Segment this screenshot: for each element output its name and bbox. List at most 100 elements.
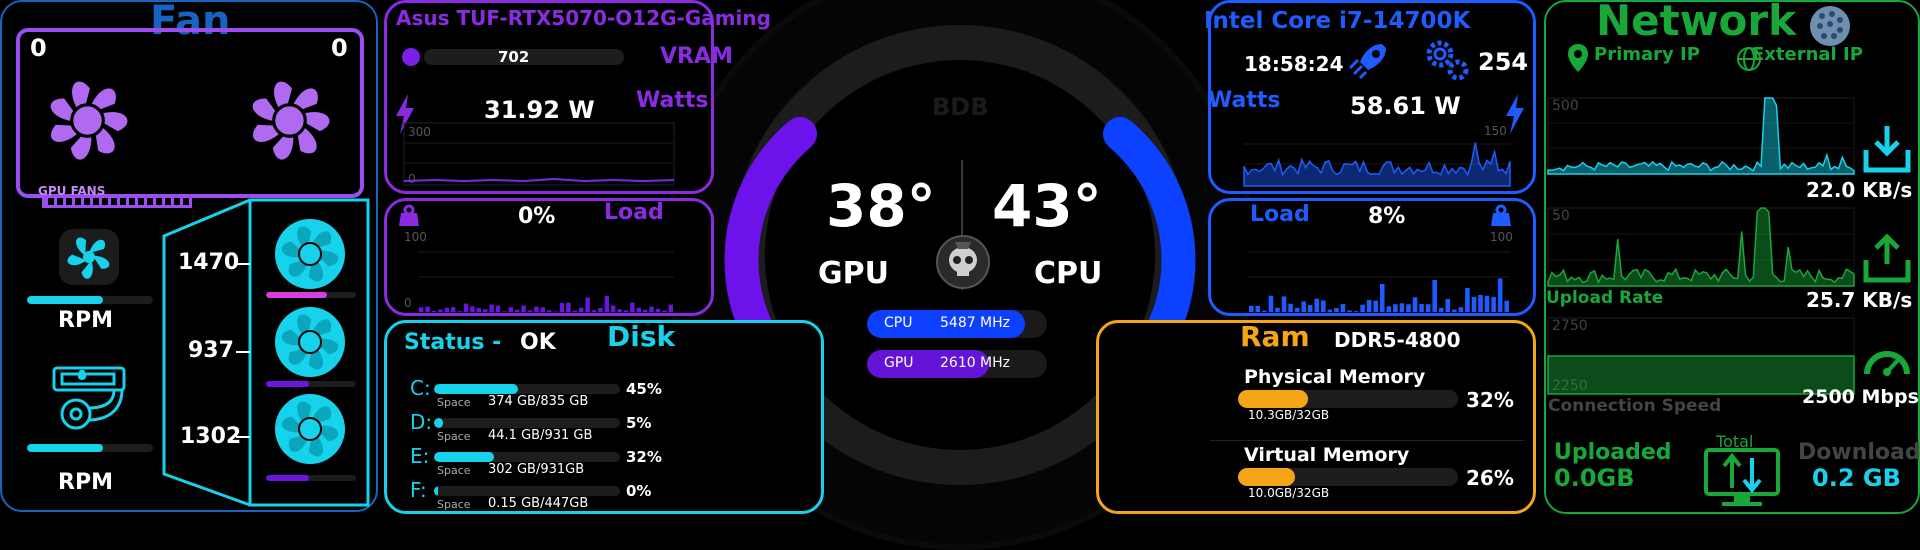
history-bar: [1498, 278, 1503, 312]
history-bar: [617, 309, 621, 312]
history-bar: [1387, 306, 1392, 312]
history-bar: [1432, 280, 1437, 312]
external-ip-label: External IP: [1752, 44, 1863, 65]
cpu-load-value: 8%: [1368, 204, 1405, 229]
history-bar: [1380, 284, 1385, 312]
drive-f-bar: [434, 486, 620, 496]
vram-value: 702: [498, 48, 529, 66]
cpu-load-label: Load: [1250, 202, 1310, 227]
history-bar: [1400, 303, 1405, 312]
gpu-temp-label: GPU: [818, 256, 889, 291]
disk-status-value: OK: [520, 330, 556, 355]
history-bar: [1295, 308, 1300, 312]
network-title: Network: [1596, 0, 1796, 45]
gpu-load-value: 0%: [518, 204, 555, 229]
virtual-memory-bar: [1238, 468, 1458, 486]
cpu-clock-value: 5487: [940, 315, 976, 331]
rocket-icon: [1348, 40, 1390, 80]
cpu-process-count: 254: [1478, 48, 1528, 76]
history-bar: [605, 296, 609, 312]
history-bar: [445, 308, 449, 312]
cpu-name: Intel Core i7-14700K: [1204, 8, 1470, 34]
physical-memory-label: Physical Memory: [1244, 366, 1425, 388]
drive-f-space: 0.15 GB/447GB: [488, 496, 588, 511]
drive-f-letter: F:: [410, 478, 427, 502]
history-bar: [611, 306, 615, 312]
case-fan-1-value: 1470: [178, 250, 239, 275]
history-bar: [1308, 305, 1313, 312]
history-bar: [515, 310, 519, 312]
history-bar: [1406, 304, 1411, 312]
drive-c-percent: 45%: [626, 380, 662, 398]
history-bar: [1413, 297, 1418, 312]
connection-speed-value: 2500 Mbps: [1802, 386, 1919, 408]
skull-logo-icon: [935, 234, 991, 290]
ram-type: DDR5-4800: [1334, 328, 1460, 352]
upload-tray-icon: [1862, 234, 1912, 284]
gpu-load-axis-min: 0: [404, 296, 412, 310]
history-bar: [656, 309, 660, 312]
history-bar: [662, 311, 666, 312]
physical-memory-bar: [1238, 390, 1458, 408]
drive-d-bar: [434, 418, 620, 428]
history-bar: [1315, 299, 1320, 312]
history-bar: [1288, 304, 1293, 312]
physical-memory-percent: 32%: [1466, 388, 1514, 412]
disk-status-label: Status -: [404, 330, 501, 355]
history-bar: [573, 311, 577, 312]
history-bar: [425, 307, 429, 312]
history-bar: [470, 306, 474, 312]
download-total-label: Download: [1798, 440, 1920, 465]
download-total-value: 0.2 GB: [1812, 464, 1901, 492]
history-bar: [521, 306, 525, 312]
disk-title: Disk: [607, 320, 675, 353]
history-bar: [1485, 296, 1490, 312]
history-bar: [547, 310, 551, 312]
drive-c-space-label: Space: [437, 396, 471, 409]
gpu-watts-graph: [404, 123, 676, 187]
history-bar: [1301, 301, 1306, 312]
history-bar: [585, 298, 589, 312]
history-bar: [464, 304, 468, 312]
history-bar: [1256, 306, 1261, 312]
drive-e-bar: [434, 452, 620, 462]
cpu-weight-icon: [1490, 204, 1512, 226]
history-bar: [534, 307, 538, 312]
history-bar: [496, 306, 500, 312]
uploaded-value: 0.0GB: [1554, 464, 1635, 492]
history-bar: [541, 307, 545, 312]
history-bar: [1491, 297, 1496, 312]
history-bar: [502, 311, 506, 312]
history-bar: [637, 308, 641, 312]
history-bar: [1360, 305, 1365, 312]
history-bar: [592, 310, 596, 312]
download-rate-value: 22.0 KB/s: [1806, 178, 1912, 202]
history-bar: [579, 308, 583, 312]
drive-c-space: 374 GB/835 GB: [488, 394, 588, 409]
history-bar: [669, 305, 673, 312]
case-fan-1-icon: [274, 218, 346, 290]
drive-e-space-label: Space: [437, 464, 471, 477]
history-bar: [1439, 308, 1444, 312]
history-bar: [1354, 311, 1359, 312]
history-bar: [1426, 304, 1431, 312]
history-bar: [1249, 306, 1254, 312]
case-fan-2-icon: [274, 306, 346, 378]
drive-e-letter: E:: [410, 444, 429, 468]
history-bar: [1275, 308, 1280, 312]
history-bar: [630, 303, 634, 312]
uploaded-label: Uploaded: [1554, 440, 1672, 465]
globe-icon: [1808, 4, 1852, 48]
cpu-watts-value: 58.61 W: [1350, 92, 1461, 120]
drive-c-letter: C:: [410, 376, 431, 400]
history-bar: [1419, 304, 1424, 312]
history-bar: [1446, 299, 1451, 312]
gpu-temp-value: 38°: [826, 172, 936, 240]
history-bar: [1504, 301, 1509, 312]
history-bar: [432, 311, 436, 312]
physical-memory-detail: 10.3GB/32GB: [1248, 408, 1329, 422]
history-bar: [560, 303, 564, 312]
drive-e-percent: 32%: [626, 448, 662, 466]
gpu-load-graph: [418, 232, 674, 312]
history-bar: [1334, 308, 1339, 312]
